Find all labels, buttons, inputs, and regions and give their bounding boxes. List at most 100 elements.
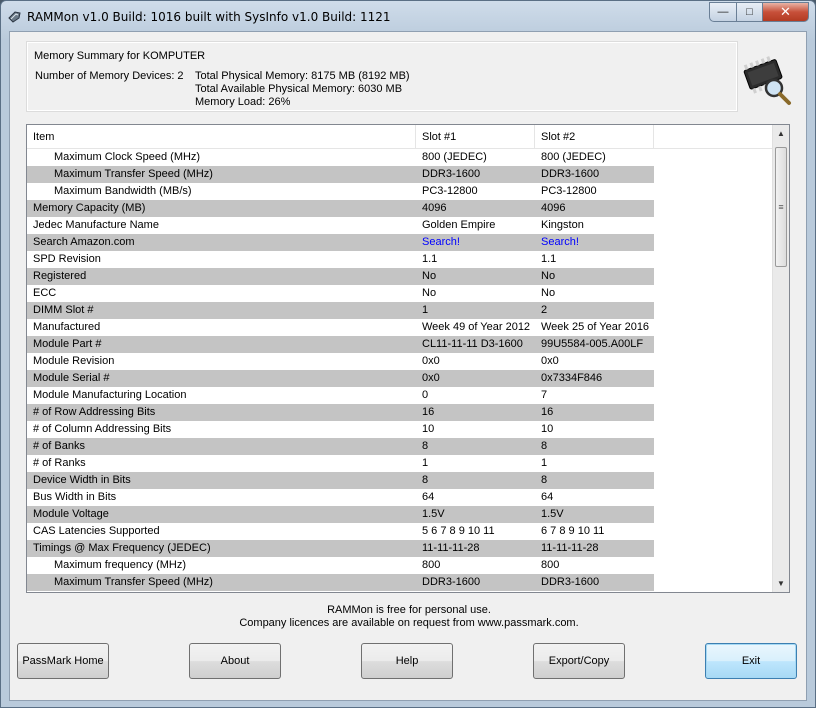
row-item-label: Maximum Bandwidth (MB/s) bbox=[54, 185, 192, 197]
slot1-value: 1 bbox=[422, 304, 429, 316]
table-row[interactable]: Device Width in Bits 8 8 bbox=[27, 472, 654, 489]
table-row[interactable]: CAS Latencies Supported 5 6 7 8 9 10 11 6 … bbox=[27, 523, 654, 540]
total-physical-memory: Total Physical Memory: 8175 MB (8192 MB) bbox=[195, 70, 410, 82]
table-row[interactable]: Module Manufacturing Location 0 7 bbox=[27, 387, 654, 404]
slot2-value: 11-11-11-28 bbox=[541, 542, 599, 554]
slot1-value: 16 bbox=[422, 406, 435, 418]
slot1-value: 0x0 bbox=[422, 372, 440, 384]
passmark-home-button[interactable]: PassMark Home bbox=[17, 643, 109, 679]
table-row[interactable]: Timings @ Max Frequency (JEDEC) 11-11-11-… bbox=[27, 540, 654, 557]
slot1-value: 4096 bbox=[422, 202, 447, 214]
table-row[interactable]: # of Banks 8 8 bbox=[27, 438, 654, 455]
slot2-value: No bbox=[541, 287, 556, 299]
column-header-slot1[interactable]: Slot #1 bbox=[416, 125, 535, 149]
table-row[interactable]: Bus Width in Bits 64 64 bbox=[27, 489, 654, 506]
table-row[interactable]: Module Serial # 0x0 0x7334F846 bbox=[27, 370, 654, 387]
slot2-value: No bbox=[541, 270, 556, 282]
slot1-value: 1.1 bbox=[422, 253, 438, 265]
slot1-value: CL11-11-11 D3-1600 bbox=[422, 338, 523, 350]
table-row[interactable]: SPD Revision 1.1 1.1 bbox=[27, 251, 654, 268]
row-item-label: Jedec Manufacture Name bbox=[33, 219, 159, 231]
row-item-label: CAS Latencies Supported bbox=[33, 525, 160, 537]
table-row[interactable]: # of Column Addressing Bits 10 10 bbox=[27, 421, 654, 438]
slot2-value: 1 bbox=[541, 457, 548, 469]
minimize-button[interactable]: — bbox=[709, 2, 736, 22]
table-row[interactable]: # of Row Addressing Bits 16 16 bbox=[27, 404, 654, 421]
table-row[interactable]: Maximum Clock Speed (MHz) 800 (JEDEC) 800 … bbox=[27, 149, 654, 166]
scroll-thumb[interactable]: ≡ bbox=[775, 147, 787, 267]
scroll-down-arrow-icon[interactable]: ▼ bbox=[773, 575, 789, 592]
column-header-item[interactable]: Item bbox=[27, 125, 416, 149]
about-button[interactable]: About bbox=[189, 643, 281, 679]
row-item-label: Module Revision bbox=[33, 355, 115, 367]
slot2-value: Week 25 of Year 2016 bbox=[541, 321, 650, 333]
table-row[interactable]: Search Amazon.com Search! Search! bbox=[27, 234, 654, 251]
table-row[interactable]: Memory Capacity (MB) 4096 4096 bbox=[27, 200, 654, 217]
slot1-value: 800 bbox=[422, 559, 441, 571]
slot1-value: PC3-12800 bbox=[422, 185, 478, 197]
rammon-window: RAMMon v1.0 Build: 1016 built with SysIn… bbox=[0, 0, 816, 708]
slot2-value: 1.5V bbox=[541, 508, 564, 520]
row-item-label: Memory Capacity (MB) bbox=[33, 202, 146, 214]
license-line-2: Company licences are available on reques… bbox=[239, 617, 579, 629]
table-row[interactable]: # of Ranks 1 1 bbox=[27, 455, 654, 472]
slot2-value: 8 bbox=[541, 440, 548, 452]
slot1-search-link[interactable]: Search! bbox=[422, 234, 460, 251]
slot1-value: 5 6 7 8 9 10 11 bbox=[422, 525, 495, 537]
table-row[interactable]: Maximum frequency (MHz) 800 800 bbox=[27, 557, 654, 574]
row-item-label: Maximum Clock Speed (MHz) bbox=[54, 151, 201, 163]
list-header: Item Slot #1 Slot #2 bbox=[27, 125, 773, 149]
close-button[interactable]: ✕ bbox=[762, 2, 809, 22]
row-item-label: Module Manufacturing Location bbox=[33, 389, 187, 401]
window-title: RAMMon v1.0 Build: 1016 built with SysIn… bbox=[27, 10, 391, 24]
slot1-value: 8 bbox=[422, 474, 429, 486]
table-row[interactable]: Maximum Transfer Speed (MHz) DDR3-1600 DDR… bbox=[27, 574, 654, 591]
slot2-value: 800 bbox=[541, 559, 560, 571]
table-row[interactable]: Maximum Bandwidth (MB/s) PC3-12800 PC3-128… bbox=[27, 183, 654, 200]
row-item-label: # of Ranks bbox=[33, 457, 86, 469]
slot1-value: 10 bbox=[422, 423, 435, 435]
table-row[interactable]: ECC No No bbox=[27, 285, 654, 302]
table-row[interactable]: DIMM Slot # 1 2 bbox=[27, 302, 654, 319]
slot2-value: 99U5584-005.A00LF bbox=[541, 338, 644, 350]
slot2-value: 10 bbox=[541, 423, 554, 435]
memory-device-count: Number of Memory Devices: 2 bbox=[35, 70, 184, 82]
row-item-label: Manufactured bbox=[33, 321, 101, 333]
memory-details-list[interactable]: Item Slot #1 Slot #2 Maximum Clock Speed… bbox=[26, 124, 790, 593]
memory-totals: Total Physical Memory: 8175 MB (8192 MB)… bbox=[195, 70, 410, 109]
title-bar[interactable]: RAMMon v1.0 Build: 1016 built with SysIn… bbox=[1, 1, 815, 31]
column-header-slot2[interactable]: Slot #2 bbox=[535, 125, 654, 149]
table-row[interactable]: Maximum Transfer Speed (MHz) DDR3-1600 DDR… bbox=[27, 166, 654, 183]
row-item-label: Search Amazon.com bbox=[33, 236, 135, 248]
exit-button[interactable]: Exit bbox=[705, 643, 797, 679]
row-item-label: # of Banks bbox=[33, 440, 85, 452]
table-row[interactable]: Manufactured Week 49 of Year 2012 Week 25 … bbox=[27, 319, 654, 336]
memory-chip-magnifier-icon bbox=[743, 56, 791, 105]
slot1-value: 64 bbox=[422, 491, 435, 503]
maximize-button[interactable]: □ bbox=[736, 2, 762, 22]
table-row[interactable]: Jedec Manufacture Name Golden Empire Kings… bbox=[27, 217, 654, 234]
row-item-label: Module Part # bbox=[33, 338, 102, 350]
slot1-value: No bbox=[422, 287, 437, 299]
vertical-scrollbar[interactable]: ▲ ≡ ▼ bbox=[772, 125, 789, 592]
slot2-value: 1.1 bbox=[541, 253, 557, 265]
table-row[interactable]: Module Part # CL11-11-11 D3-1600 99U5584-0… bbox=[27, 336, 654, 353]
export-copy-button[interactable]: Export/Copy bbox=[533, 643, 625, 679]
row-item-label: Bus Width in Bits bbox=[33, 491, 117, 503]
slot1-value: DDR3-1600 bbox=[422, 576, 481, 588]
slot1-value: Golden Empire bbox=[422, 219, 496, 231]
scroll-up-arrow-icon[interactable]: ▲ bbox=[773, 125, 789, 142]
row-item-label: # of Column Addressing Bits bbox=[33, 423, 172, 435]
table-row[interactable]: Registered No No bbox=[27, 268, 654, 285]
slot2-value: 800 (JEDEC) bbox=[541, 151, 606, 163]
help-button[interactable]: Help bbox=[361, 643, 453, 679]
table-row[interactable]: Module Voltage 1.5V 1.5V bbox=[27, 506, 654, 523]
memory-summary-panel: Memory Summary for KOMPUTER Number of Me… bbox=[26, 41, 738, 112]
table-row[interactable]: Module Revision 0x0 0x0 bbox=[27, 353, 654, 370]
rammon-app-icon[interactable] bbox=[7, 9, 23, 25]
slot2-search-link[interactable]: Search! bbox=[541, 234, 579, 251]
slot2-value: 2 bbox=[541, 304, 548, 316]
slot2-value: 7 bbox=[541, 389, 548, 401]
row-item-label: Module Voltage bbox=[33, 508, 109, 520]
row-item-label: Maximum Transfer Speed (MHz) bbox=[54, 168, 213, 180]
